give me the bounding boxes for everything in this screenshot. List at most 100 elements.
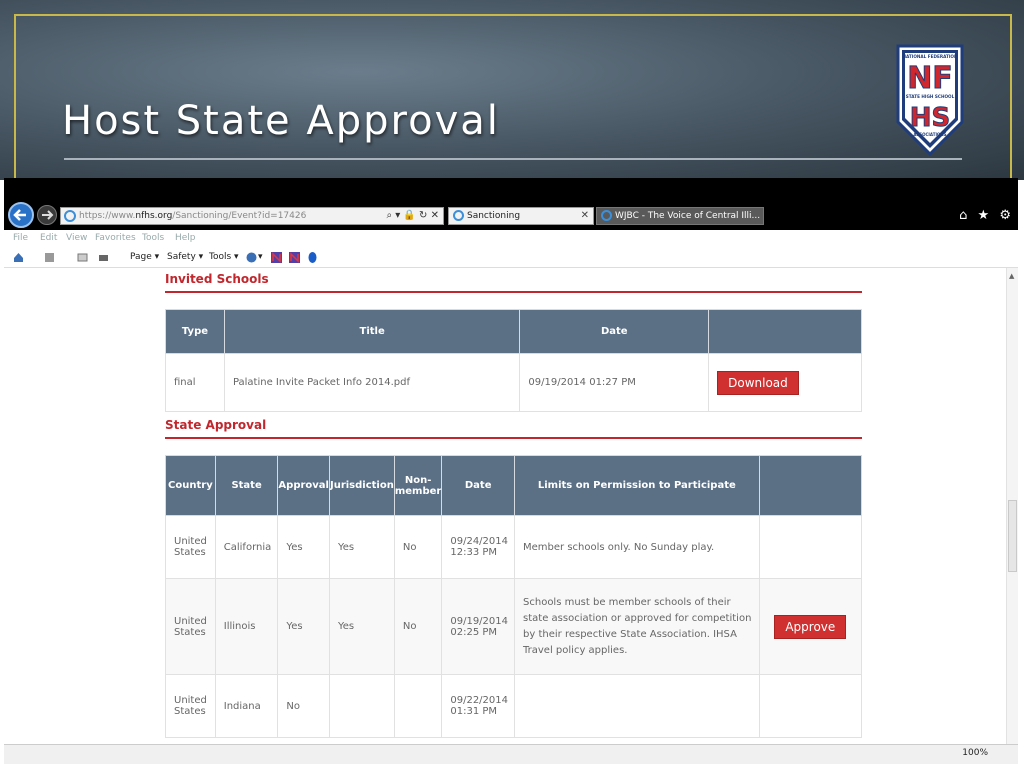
- invited-schools-rule: [165, 291, 862, 293]
- menu-tools[interactable]: Tools: [142, 233, 164, 243]
- forward-button[interactable]: [37, 205, 57, 225]
- home-favorites-settings-icons[interactable]: ⌂ ★ ⚙: [959, 208, 1014, 223]
- url-path: /Sanctioning/Event?id=17426: [172, 211, 307, 221]
- url-prefix: https://www.: [79, 211, 136, 221]
- state-approval-rule: [165, 437, 862, 439]
- scroll-up-icon[interactable]: ▲: [1009, 272, 1014, 280]
- col-nonmember: Non-member: [393, 455, 443, 516]
- table-row: United States California Yes Yes No 09/2…: [165, 515, 863, 579]
- col-action: [708, 309, 862, 354]
- ie-tab-icon: [601, 210, 612, 221]
- back-button[interactable]: [8, 202, 34, 228]
- menu-view[interactable]: View: [66, 233, 87, 243]
- cell-country: United States: [165, 578, 216, 675]
- cell-date: 09/19/2014 02:25 PM: [441, 578, 516, 675]
- bluetooth-icon[interactable]: [307, 252, 318, 263]
- col-country: Country: [165, 455, 216, 516]
- cell-state: California: [214, 515, 279, 579]
- scroll-thumb[interactable]: [1008, 500, 1017, 572]
- logo-mid-text: STATE HIGH SCHOOL: [906, 94, 955, 99]
- col-title: Title: [223, 309, 521, 354]
- cell-approval: Yes: [277, 515, 330, 579]
- col-date: Date: [519, 309, 710, 354]
- menu-favorites[interactable]: Favorites: [95, 233, 136, 243]
- back-arrow-icon: [13, 209, 26, 221]
- slide-title: Host State Approval: [62, 98, 500, 144]
- close-tab-icon[interactable]: ✕: [581, 208, 589, 224]
- cell-title: Palatine Invite Packet Info 2014.pdf: [223, 353, 521, 412]
- col-approval: Approval: [277, 455, 330, 516]
- browser-top-strip: [4, 178, 1018, 200]
- zoom-level[interactable]: 100%: [962, 748, 988, 758]
- address-bar[interactable]: https://www.nfhs.org/Sanctioning/Event?i…: [60, 207, 444, 225]
- feeds-icon[interactable]: [44, 252, 55, 263]
- logo-letters-top: NF: [907, 61, 953, 96]
- cell-approval: Yes: [277, 578, 330, 675]
- menu-edit[interactable]: Edit: [40, 233, 57, 243]
- cell-jurisdiction: Yes: [328, 578, 395, 675]
- page-menu[interactable]: Page ▾: [130, 252, 159, 262]
- approve-button[interactable]: Approve: [774, 614, 847, 639]
- addon-n-icon-2[interactable]: [289, 252, 300, 263]
- cell-action: Approve: [758, 578, 863, 675]
- address-tools-icons[interactable]: ⌕ ▾ 🔒 ↻ ✕: [386, 208, 439, 224]
- cell-nonmember: No: [393, 578, 443, 675]
- cell-action: Download: [708, 353, 862, 412]
- forward-arrow-icon: [42, 210, 54, 220]
- ie-tab-icon: [453, 210, 464, 221]
- invited-schools-heading: Invited Schools: [165, 272, 269, 286]
- help-dropdown[interactable]: ▾: [258, 252, 263, 262]
- logo-top-text: NATIONAL FEDERATION: [903, 54, 958, 59]
- col-action: [758, 455, 863, 516]
- download-button[interactable]: Download: [717, 370, 799, 395]
- table-row: United States Indiana No 09/22/2014 01:3…: [165, 674, 863, 738]
- cell-state: Indiana: [214, 674, 279, 738]
- mail-icon[interactable]: [77, 252, 88, 263]
- browser-screenshot: https://www.nfhs.org/Sanctioning/Event?i…: [4, 178, 1018, 768]
- invited-schools-table: Type Title Date final Palatine Invite Pa…: [165, 309, 862, 412]
- menu-file[interactable]: File: [13, 233, 28, 243]
- cell-action: [758, 674, 863, 738]
- tab-sanctioning[interactable]: Sanctioning ✕: [448, 207, 594, 225]
- col-jurisdiction: Jurisdiction: [328, 455, 395, 516]
- cell-type: final: [165, 353, 225, 412]
- cell-state: Illinois: [214, 578, 279, 675]
- col-state: State: [214, 455, 279, 516]
- logo-letters-bottom: HS: [910, 103, 951, 133]
- state-approval-heading: State Approval: [165, 418, 267, 432]
- cell-country: United States: [165, 674, 216, 738]
- cell-date: 09/19/2014 01:27 PM: [519, 353, 710, 412]
- menu-bar: File Edit View Favorites Tools Help: [4, 230, 1018, 248]
- url-domain: nfhs.org: [135, 211, 173, 221]
- cell-jurisdiction: Yes: [328, 515, 395, 579]
- cell-jurisdiction: [328, 674, 395, 738]
- state-approval-table: Country State Approval Jurisdiction Non-…: [165, 455, 863, 738]
- ie-page-icon: [64, 210, 76, 222]
- addon-n-icon[interactable]: [271, 252, 282, 263]
- tab-label: Sanctioning: [467, 211, 521, 221]
- col-type: Type: [165, 309, 225, 354]
- logo-bottom-text: ASSOCIATIONS: [913, 132, 946, 137]
- vertical-scrollbar[interactable]: ▲: [1006, 268, 1018, 744]
- tab-label: WJBC - The Voice of Central Illi...: [615, 211, 761, 221]
- table-row: United States Illinois Yes Yes No 09/19/…: [165, 578, 863, 675]
- cell-limits: [514, 674, 760, 738]
- home-icon[interactable]: [13, 252, 24, 263]
- menu-help[interactable]: Help: [175, 233, 196, 243]
- safety-menu[interactable]: Safety ▾: [167, 252, 203, 262]
- status-bar: 100%: [4, 744, 1018, 764]
- tools-menu[interactable]: Tools ▾: [209, 252, 239, 262]
- nfhs-logo: NATIONAL FEDERATION NF STATE HIGH SCHOOL…: [896, 44, 964, 156]
- slide-divider: [64, 158, 962, 160]
- col-limits: Limits on Permission to Participate: [514, 455, 760, 516]
- cell-action: [758, 515, 863, 579]
- cell-nonmember: No: [393, 515, 443, 579]
- cell-date: 09/22/2014 01:31 PM: [441, 674, 516, 738]
- command-bar: Page ▾ Safety ▾ Tools ▾ ▾: [4, 248, 1018, 268]
- table-row: final Palatine Invite Packet Info 2014.p…: [165, 353, 862, 412]
- cell-approval: No: [277, 674, 330, 738]
- print-icon[interactable]: [98, 252, 109, 263]
- help-icon[interactable]: [246, 252, 257, 263]
- tab-wjbc[interactable]: WJBC - The Voice of Central Illi...: [596, 207, 764, 225]
- page-content: Invited Schools Type Title Date final Pa…: [4, 268, 1006, 744]
